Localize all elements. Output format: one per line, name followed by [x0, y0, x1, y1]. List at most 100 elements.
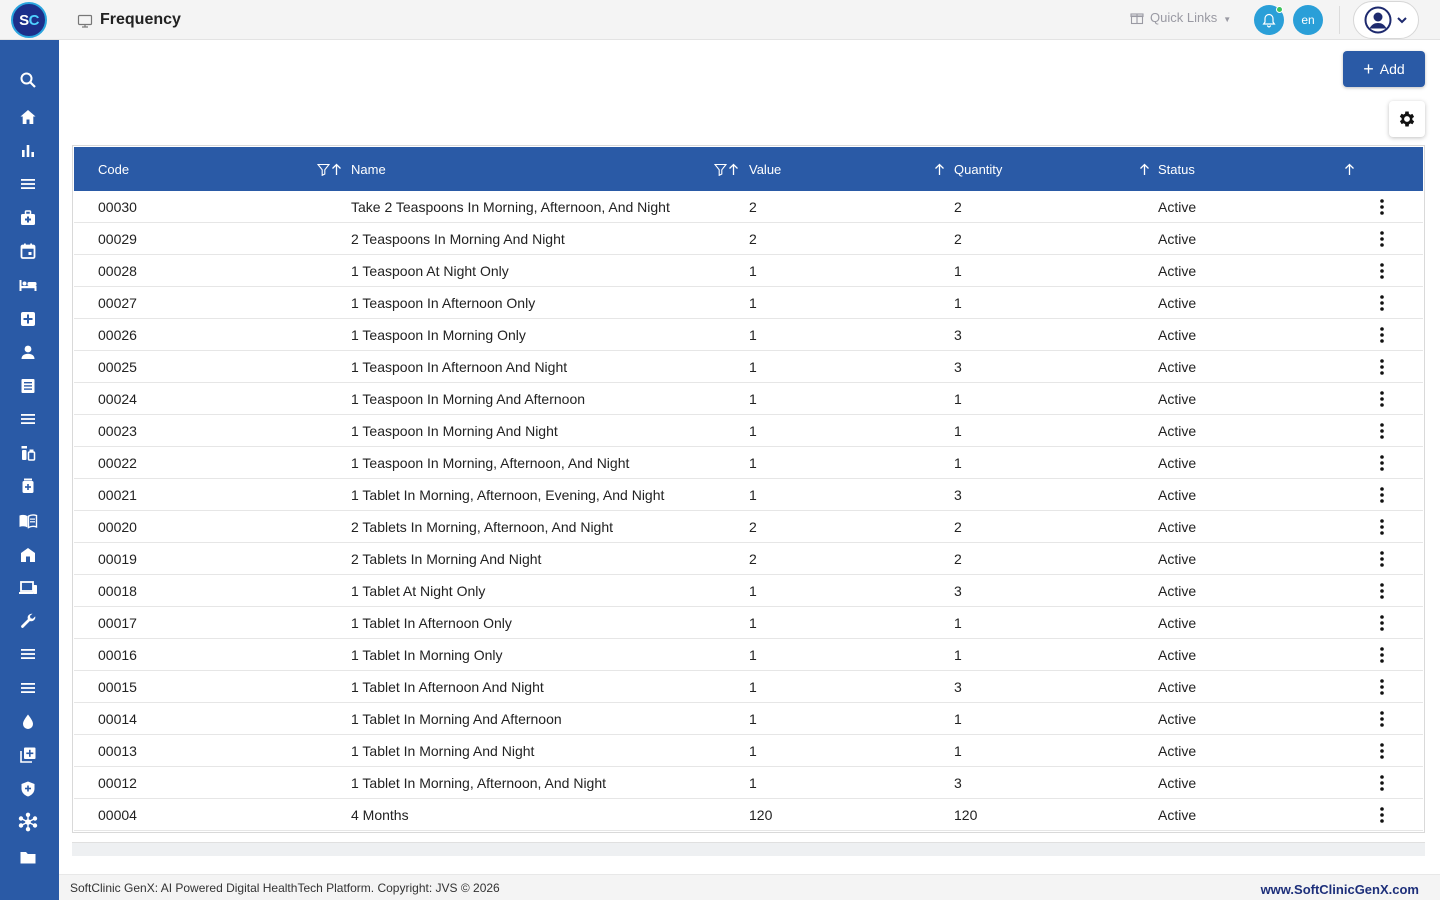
add-button[interactable]: + Add [1343, 51, 1425, 87]
column-header-value[interactable]: Value [749, 147, 781, 191]
row-actions-menu-button[interactable] [1374, 255, 1390, 287]
row-actions-menu-button[interactable] [1374, 319, 1390, 351]
sidebar-item-library[interactable] [17, 510, 39, 532]
table-row[interactable]: 00016 1 Tablet In Morning Only 1 1 Active [74, 639, 1423, 671]
quick-links-dropdown[interactable]: Quick Links ▼ [1130, 10, 1231, 25]
wrench-icon [21, 613, 36, 628]
table-header: Code Name Value Quantity Status [74, 147, 1423, 191]
sidebar-item-add-record[interactable] [17, 744, 39, 766]
row-actions-menu-button[interactable] [1374, 767, 1390, 799]
row-actions-menu-button[interactable] [1374, 415, 1390, 447]
sidebar-item-blood-bank[interactable] [17, 711, 39, 733]
sidebar-item-list-4[interactable] [17, 677, 39, 699]
sidebar-item-insurance[interactable] [17, 778, 39, 800]
sidebar-item-facility[interactable] [17, 544, 39, 566]
row-actions-menu-button[interactable] [1374, 575, 1390, 607]
table-row[interactable]: 00021 1 Tablet In Morning, Afternoon, Eve… [74, 479, 1423, 511]
row-actions-menu-button[interactable] [1374, 351, 1390, 383]
table-row[interactable]: 00017 1 Tablet In Afternoon Only 1 1 Active [74, 607, 1423, 639]
filter-icon[interactable] [714, 163, 727, 176]
home-icon [20, 110, 36, 124]
sidebar-item-beds[interactable] [17, 274, 39, 296]
sidebar-item-list[interactable] [17, 173, 39, 195]
sidebar-item-home[interactable] [17, 106, 39, 128]
row-actions-menu-button[interactable] [1374, 191, 1390, 223]
filter-icon[interactable] [317, 163, 330, 176]
sidebar-item-medicines[interactable] [17, 475, 39, 497]
monitor-icon [77, 14, 93, 28]
table-row[interactable]: 00004 4 Months 120 120 Active [74, 799, 1423, 831]
sidebar-item-reports[interactable] [17, 140, 39, 162]
table-row[interactable]: 00028 1 Teaspoon At Night Only 1 1 Active [74, 255, 1423, 287]
table-row[interactable]: 00027 1 Teaspoon In Afternoon Only 1 1 Activ… [74, 287, 1423, 319]
table-row[interactable]: 00026 1 Teaspoon In Morning Only 1 3 Active [74, 319, 1423, 351]
table-row[interactable]: 00022 1 Teaspoon In Morning, Afternoon, A… [74, 447, 1423, 479]
table-body: 00030 Take 2 Teaspoons In Morning, Aftern… [74, 191, 1423, 831]
row-actions-menu-button[interactable] [1374, 671, 1390, 703]
table-row[interactable]: 00029 2 Teaspoons In Morning And Night 2 2 A… [74, 223, 1423, 255]
sidebar-item-clinical[interactable] [17, 308, 39, 330]
quantity-column-controls [1139, 162, 1150, 176]
sidebar-item-search[interactable] [17, 69, 39, 91]
column-header-name[interactable]: Name [351, 147, 386, 191]
sidebar-item-medical[interactable] [17, 207, 39, 229]
column-header-status[interactable]: Status [1158, 147, 1195, 191]
row-actions-menu-button[interactable] [1374, 799, 1390, 831]
sidebar-item-pharmacy[interactable] [17, 442, 39, 464]
table-row[interactable]: 00013 1 Tablet In Morning And Night 1 1 Acti… [74, 735, 1423, 767]
table-row[interactable]: 00025 1 Teaspoon In Afternoon And Night 1 3… [74, 351, 1423, 383]
row-actions-menu-button[interactable] [1374, 447, 1390, 479]
sidebar-item-tools[interactable] [17, 610, 39, 632]
sidebar-item-patients[interactable] [17, 341, 39, 363]
row-actions-menu-button[interactable] [1374, 479, 1390, 511]
cell-name: 1 Tablet At Night Only [351, 583, 486, 599]
cell-code: 00024 [98, 391, 137, 407]
cell-name: 1 Teaspoon In Afternoon Only [351, 295, 536, 311]
column-header-code[interactable]: Code [98, 147, 129, 191]
more-vertical-icon [1380, 711, 1384, 727]
row-actions-menu-button[interactable] [1374, 703, 1390, 735]
sort-arrow-icon[interactable] [934, 163, 945, 176]
sidebar-item-list-2[interactable] [17, 408, 39, 430]
sidebar-item-calendar[interactable] [17, 240, 39, 262]
column-header-quantity[interactable]: Quantity [954, 147, 1002, 191]
row-actions-menu-button[interactable] [1374, 639, 1390, 671]
table-row[interactable]: 00019 2 Tablets In Morning And Night 2 2 Act… [74, 543, 1423, 575]
user-menu-button[interactable] [1353, 1, 1419, 39]
sidebar-item-files[interactable] [17, 846, 39, 868]
cell-quantity: 3 [954, 775, 962, 791]
table-row[interactable]: 00014 1 Tablet In Morning And Afternoon 1 1… [74, 703, 1423, 735]
sort-arrow-icon[interactable] [1139, 163, 1150, 176]
row-actions-menu-button[interactable] [1374, 543, 1390, 575]
cell-status: Active [1158, 551, 1197, 567]
sort-arrow-icon[interactable] [331, 163, 342, 176]
table-row[interactable]: 00030 Take 2 Teaspoons In Morning, Aftern… [74, 191, 1423, 223]
sidebar-item-integrations[interactable] [17, 811, 39, 833]
table-row[interactable]: 00015 1 Tablet In Afternoon And Night 1 3 Ac… [74, 671, 1423, 703]
sidebar-item-list-3[interactable] [17, 643, 39, 665]
row-actions-menu-button[interactable] [1374, 223, 1390, 255]
cell-status: Active [1158, 231, 1197, 247]
table-row[interactable]: 00020 2 Tablets In Morning, Afternoon, An… [74, 511, 1423, 543]
app-logo[interactable]: SC [11, 2, 47, 38]
search-icon [20, 72, 36, 88]
row-actions-menu-button[interactable] [1374, 511, 1390, 543]
settings-button[interactable] [1389, 101, 1425, 137]
table-row[interactable]: 00023 1 Teaspoon In Morning And Night 1 1 Ac… [74, 415, 1423, 447]
table-row[interactable]: 00024 1 Teaspoon In Morning And Afternoon… [74, 383, 1423, 415]
footer-website-link[interactable]: www.SoftClinicGenX.com [1261, 882, 1419, 897]
notifications-button[interactable] [1254, 5, 1284, 35]
sort-arrow-icon[interactable] [1344, 163, 1355, 176]
row-actions-menu-button[interactable] [1374, 287, 1390, 319]
table-row[interactable]: 00018 1 Tablet At Night Only 1 3 Active [74, 575, 1423, 607]
sort-arrow-icon[interactable] [728, 163, 739, 176]
row-actions-menu-button[interactable] [1374, 383, 1390, 415]
cell-status: Active [1158, 583, 1197, 599]
table-row[interactable]: 00012 1 Tablet In Morning, Afternoon, And… [74, 767, 1423, 799]
language-button[interactable]: en [1293, 5, 1323, 35]
row-actions-menu-button[interactable] [1374, 735, 1390, 767]
sidebar-item-devices[interactable] [17, 577, 39, 599]
horizontal-scrollbar[interactable] [72, 842, 1425, 856]
row-actions-menu-button[interactable] [1374, 607, 1390, 639]
sidebar-item-billing[interactable] [17, 375, 39, 397]
